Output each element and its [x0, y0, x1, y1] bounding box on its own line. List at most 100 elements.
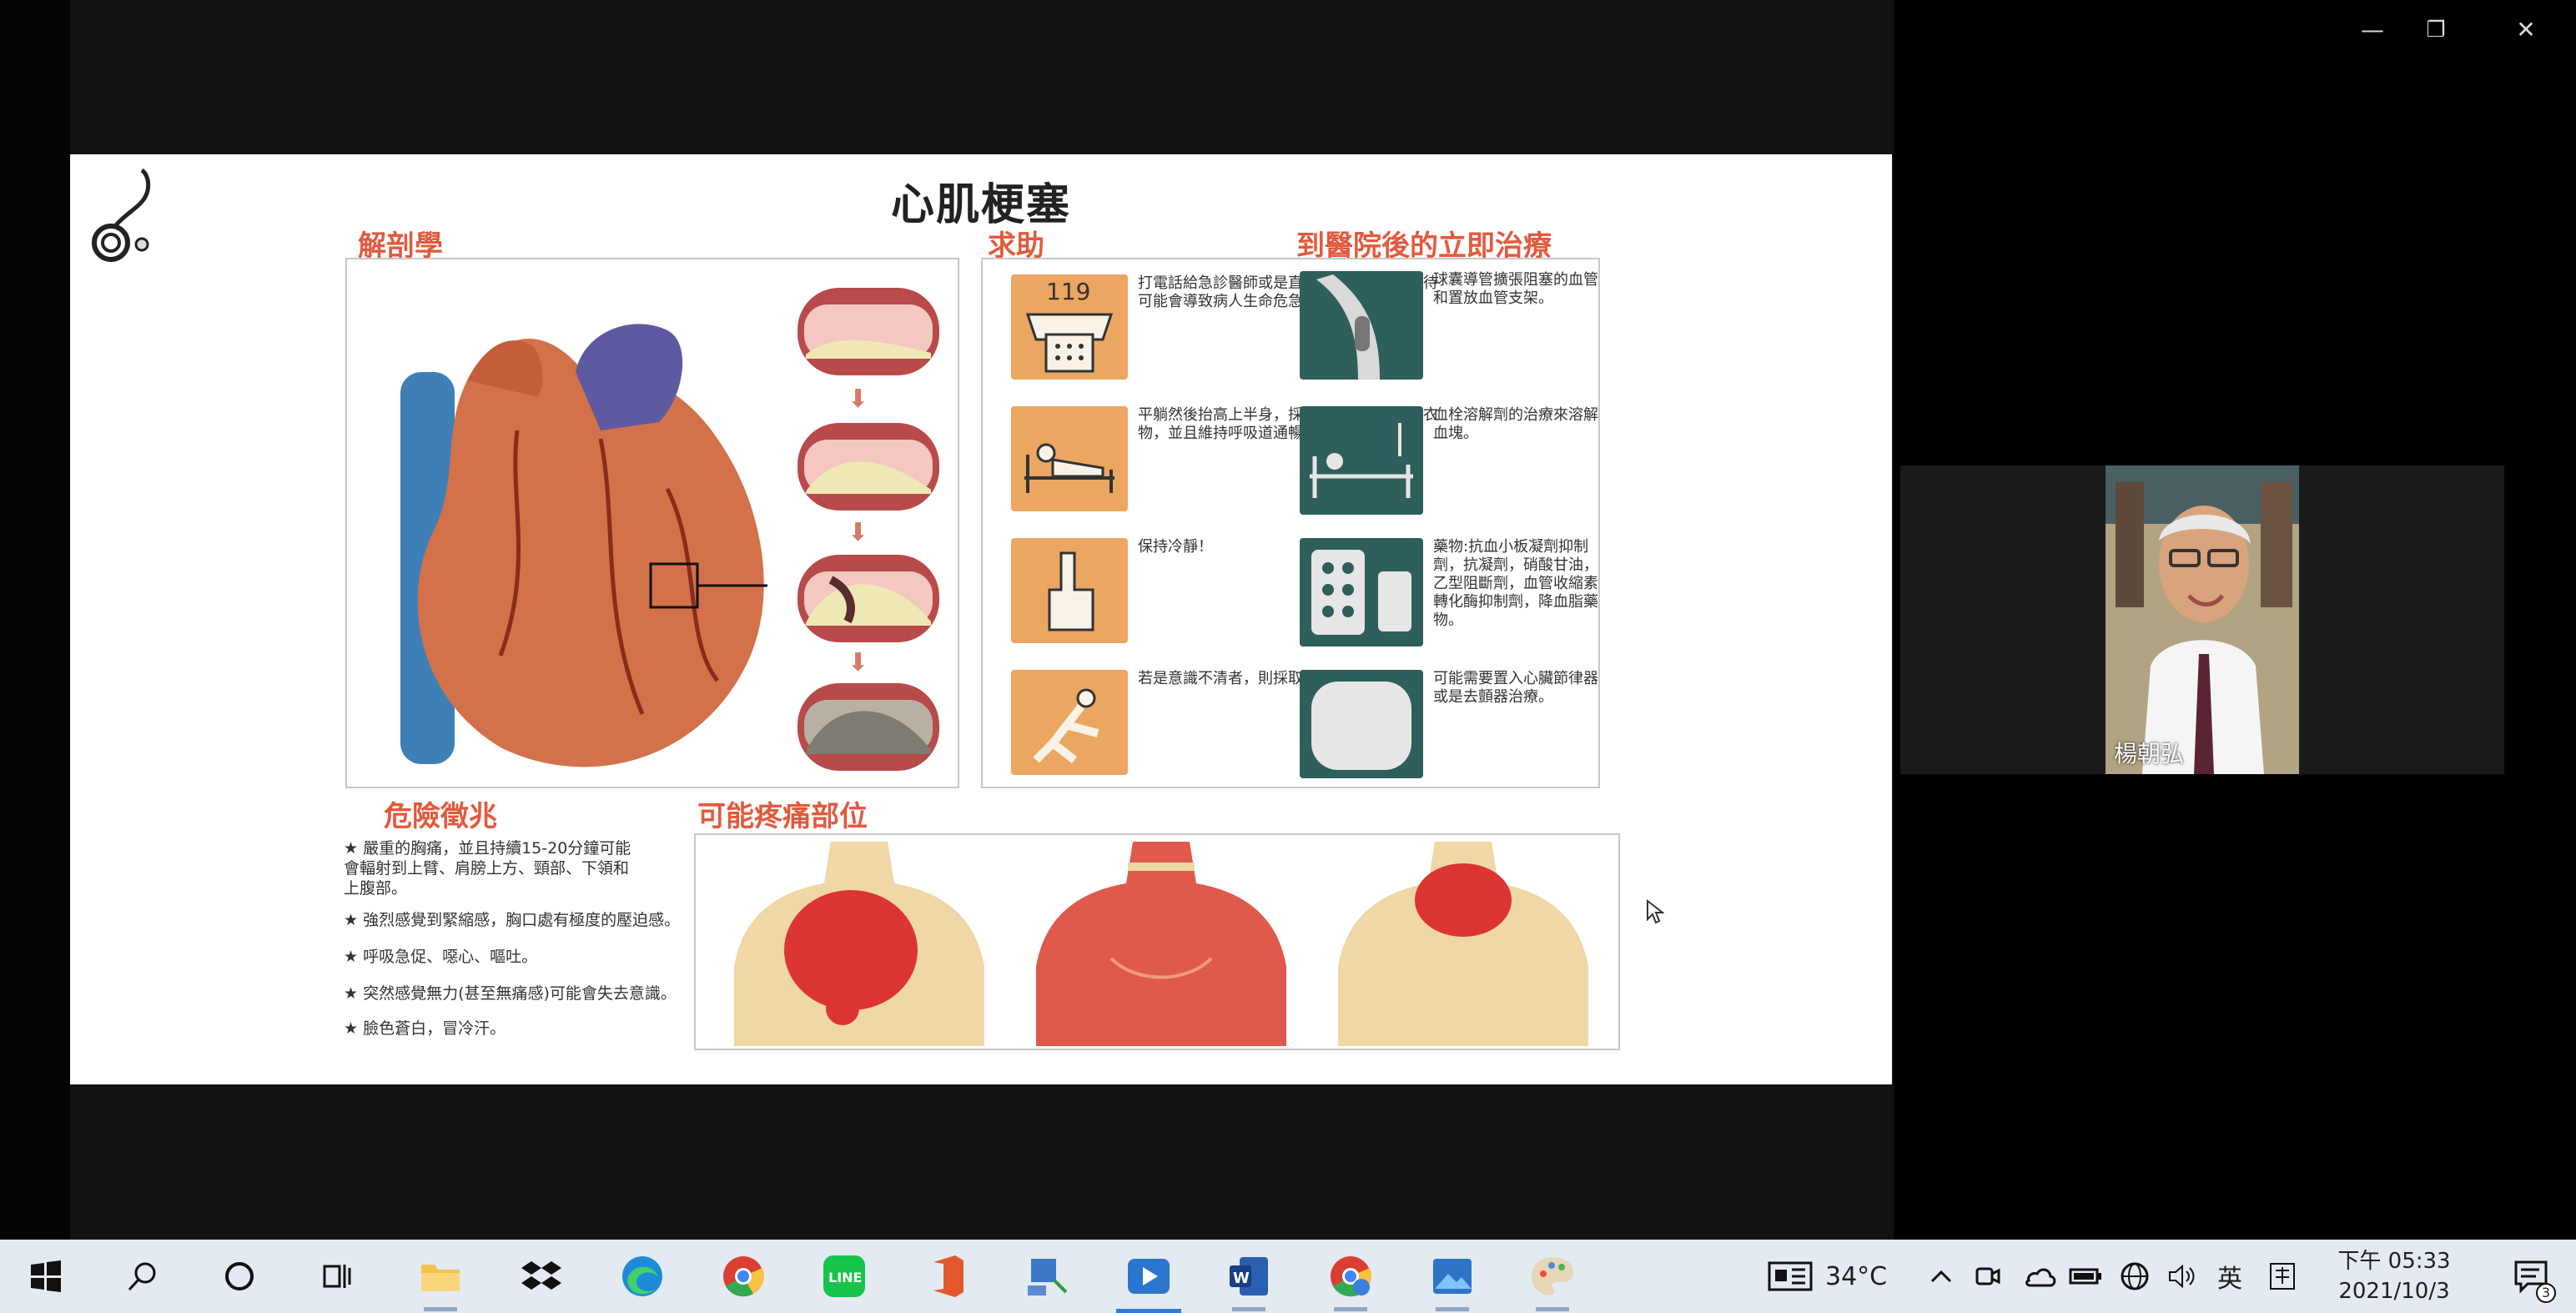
treatment-balloon: 球囊導管擴張阻塞的血管和置放血管支架。	[1300, 271, 1600, 380]
globe-icon	[2121, 1262, 2149, 1290]
media-player-button[interactable]	[1103, 1240, 1195, 1313]
arrow-down-icon: ⬇	[848, 648, 869, 677]
pain-location-box	[694, 833, 1620, 1050]
participant-video-tile[interactable]: 楊朝弘	[1900, 465, 2504, 774]
file-explorer-button[interactable]	[395, 1240, 486, 1313]
ime-icon	[2270, 1263, 2295, 1290]
chest-pain-illustration	[734, 842, 984, 1046]
paint-button[interactable]	[1507, 1240, 1598, 1313]
input-language-button[interactable]: 英	[2217, 1240, 2242, 1313]
section-pain: 可能疼痛部位	[697, 800, 868, 833]
chrome-icon	[723, 1256, 765, 1297]
heart-illustration	[400, 324, 767, 767]
volume-button[interactable]	[2167, 1240, 2197, 1313]
photos-button[interactable]	[1406, 1240, 1498, 1313]
taskbar-clock[interactable]: 下午 05:33 2021/10/3	[2327, 1246, 2461, 1306]
mouse-cursor-icon	[1647, 899, 1664, 924]
show-hidden-icons-button[interactable]	[1929, 1240, 1954, 1313]
participant-camera: 楊朝弘	[2106, 465, 2299, 774]
pills-icon	[1300, 538, 1423, 646]
notification-count: 3	[2536, 1283, 2556, 1303]
slide-title: 心肌梗塞	[890, 180, 1071, 230]
treatment-text: 血栓溶解劑的治療來溶解血塊。	[1433, 406, 1598, 442]
cortana-icon	[225, 1262, 254, 1290]
weather-temperature: 34°C	[1825, 1261, 1888, 1291]
treatment-thrombolysis: 血栓溶解劑的治療來溶解血塊。	[1300, 406, 1600, 515]
treatment-text: 藥物:抗血小板凝劑抑制劑，抗凝劑，硝酸甘油，乙型阻斷劑，血管收縮素轉化酶抑制劑，…	[1433, 538, 1598, 629]
speaker-icon	[2169, 1264, 2195, 1289]
minimize-button[interactable]: —	[2352, 13, 2392, 47]
remote-desktop-button[interactable]	[1001, 1240, 1093, 1313]
chrome-profile-icon	[1331, 1256, 1372, 1297]
cortana-button[interactable]	[194, 1240, 285, 1313]
chrome-profile-button[interactable]	[1305, 1240, 1396, 1313]
artery-stage-3	[797, 555, 939, 642]
folder-icon	[421, 1265, 460, 1291]
hand-icon	[1011, 538, 1128, 643]
cloud-icon	[2025, 1268, 2056, 1287]
clock-date: 2021/10/3	[2338, 1279, 2450, 1304]
telephone-icon: 119	[1011, 274, 1128, 380]
dropbox-icon	[521, 1261, 561, 1290]
search-icon	[128, 1262, 156, 1291]
treatment-pacemaker: 可能需要置入心臟節律器或是去顫器治療。	[1300, 670, 1600, 778]
search-button[interactable]	[97, 1240, 189, 1313]
task-view-button[interactable]	[290, 1240, 382, 1313]
news-weather-widget[interactable]: 34°C	[1767, 1240, 1887, 1313]
artery-stage-2	[797, 423, 939, 511]
battery-button[interactable]	[2069, 1240, 2102, 1313]
word-button[interactable]: W	[1203, 1240, 1295, 1313]
neck-arm-pain-illustration	[1036, 842, 1286, 1046]
shared-slide: 心肌梗塞 解剖學 求助 到醫院後的立即治療 ⬇ ⬇ ⬇ 119 打電話給急診醫師…	[70, 154, 1892, 1084]
ime-mode-button[interactable]	[2267, 1240, 2297, 1313]
battery-icon	[2069, 1268, 2101, 1285]
edge-icon	[622, 1256, 662, 1296]
line-button[interactable]: LINE	[798, 1240, 890, 1313]
task-view-icon	[323, 1265, 351, 1288]
catheter-icon	[1300, 271, 1423, 380]
section-danger: 危險徵兆	[384, 800, 497, 833]
network-button[interactable]	[2119, 1240, 2151, 1313]
word-icon: W	[1230, 1257, 1268, 1295]
help-icon-label: 119	[1046, 278, 1090, 305]
office-button[interactable]	[901, 1240, 993, 1313]
recovery-position-icon	[1011, 670, 1128, 775]
treatment-text: 可能需要置入心臟節律器或是去顫器治療。	[1433, 670, 1598, 706]
remote-desktop-icon	[1028, 1259, 1068, 1295]
photos-icon	[1433, 1259, 1472, 1294]
participant-name: 楊朝弘	[2114, 740, 2185, 767]
anatomy-box: ⬇ ⬇ ⬇	[345, 258, 959, 788]
treatment-text: 球囊導管擴張阻塞的血管和置放血管支架。	[1433, 271, 1598, 307]
left-edge	[0, 0, 70, 1240]
windows-icon	[31, 1260, 61, 1292]
help-treatment-box: 119 打電話給急診醫師或是直接呼叫救護車，等待可能會導致病人生命危急。 平躺然…	[981, 258, 1600, 788]
pacemaker-icon	[1300, 670, 1423, 778]
chrome-button[interactable]	[697, 1240, 789, 1313]
dropbox-button[interactable]	[496, 1240, 587, 1313]
taskbar: LINE W 34°C 英 下午 05:33 2021/10/3 3	[0, 1240, 2576, 1313]
onedrive-button[interactable]	[2022, 1240, 2057, 1313]
treatment-medication: 藥物:抗血小板凝劑抑制劑，抗凝劑，硝酸甘油，乙型阻斷劑，血管收縮素轉化酶抑制劑，…	[1300, 538, 1600, 646]
notification-center-button[interactable]: 3	[2513, 1240, 2556, 1313]
iv-drip-icon	[1300, 406, 1423, 515]
svg-text:W: W	[1233, 1270, 1250, 1287]
line-icon: LINE	[823, 1255, 865, 1297]
play-icon	[1128, 1259, 1170, 1294]
chevron-up-icon	[1930, 1270, 1952, 1283]
artery-stage-4	[797, 683, 939, 771]
arrow-down-icon: ⬇	[848, 518, 869, 547]
camera-icon	[1975, 1267, 2000, 1285]
clock-time: 下午 05:33	[2337, 1249, 2451, 1274]
arrow-down-icon: ⬇	[848, 385, 869, 414]
palette-icon	[1532, 1257, 1573, 1295]
edge-button[interactable]	[596, 1240, 688, 1313]
meet-now-button[interactable]	[1974, 1240, 2002, 1313]
news-icon	[1768, 1261, 1813, 1291]
upper-chest-pain-illustration	[1338, 842, 1588, 1046]
office-icon	[933, 1255, 963, 1297]
svg-text:LINE: LINE	[828, 1270, 862, 1285]
bed-icon	[1011, 406, 1128, 511]
restore-button[interactable]: ❐	[2416, 13, 2456, 47]
start-button[interactable]	[0, 1240, 92, 1313]
close-button[interactable]: ✕	[2506, 13, 2546, 47]
